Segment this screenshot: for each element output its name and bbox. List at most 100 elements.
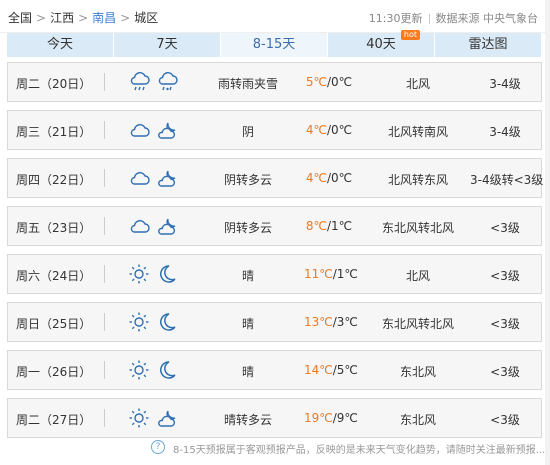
temp-low: /3℃ xyxy=(332,315,358,329)
sleet-cloud-icon xyxy=(158,72,178,91)
temp-high: 13℃ xyxy=(304,315,333,329)
temp-low: /5℃ xyxy=(332,363,358,377)
moon-cloud-icon xyxy=(158,410,176,427)
hot-badge: hot xyxy=(400,30,420,40)
tab-7-days[interactable]: 7天 xyxy=(114,33,221,57)
weather-desc: 晴 xyxy=(241,269,254,283)
weather-desc: 阴 xyxy=(241,125,254,139)
weather-desc: 晴 xyxy=(241,317,254,331)
forecast-date: 周六（24日） xyxy=(16,269,92,283)
forecast-row: 周二（20日） 雨转雨夹雪 5℃/0℃ 北风 3-4级 xyxy=(7,62,542,102)
divider xyxy=(104,265,105,283)
moon-cloud-icon xyxy=(158,122,176,139)
wind-direction: 东北风 xyxy=(399,365,436,379)
wind-direction: 东北风转北风 xyxy=(381,317,454,331)
forecast-date: 周日（25日） xyxy=(16,317,92,331)
temperature: 13℃/3℃ xyxy=(304,315,358,329)
temp-high: 4℃ xyxy=(305,171,327,185)
temperature: 4℃/0℃ xyxy=(304,171,354,185)
divider xyxy=(104,313,105,331)
weather-desc: 阴转多云 xyxy=(223,221,272,235)
tab-40-days[interactable]: 40天 hot xyxy=(328,30,435,57)
temp-high: 8℃ xyxy=(305,219,327,233)
scrollbar[interactable] xyxy=(545,0,550,465)
temperature: 5℃/0℃ xyxy=(304,75,354,89)
temp-low: /0℃ xyxy=(326,123,353,137)
moon-icon xyxy=(160,313,176,331)
forecast-date: 周五（23日） xyxy=(16,221,92,235)
forecast-row: 周五（23日） 阴转多云 8℃/1℃ 东北风转北风 <3级 xyxy=(7,206,542,246)
tab-label: 8-15天 xyxy=(252,37,296,52)
forecast-row: 周四（22日） 阴转多云 4℃/0℃ 北风转东风 3-4级转<3级 xyxy=(7,158,544,198)
temp-high: 4℃ xyxy=(305,123,327,137)
weather-desc: 雨转雨夹雪 xyxy=(218,77,279,91)
cloud-icon xyxy=(130,220,150,233)
wind-level: 3-4级 xyxy=(489,77,521,91)
breadcrumb: 全国 > 江西 > 南昌 > 城区 xyxy=(8,9,158,26)
tab-label: 40天 xyxy=(366,37,396,52)
divider xyxy=(104,361,105,379)
data-source: 数据来源 中央气象台 xyxy=(435,12,539,25)
sun-icon xyxy=(129,408,149,428)
breadcrumb-separator: > xyxy=(120,11,131,25)
temp-low: /0℃ xyxy=(326,171,353,185)
tab-today[interactable]: 今天 xyxy=(7,33,114,57)
divider xyxy=(104,217,105,235)
temp-high: 11℃ xyxy=(304,267,333,281)
footer-text: 8-15天预报属于客观预报产品，反映的是未来天气变化趋势，请随时关注最新预报..… xyxy=(173,445,546,456)
temp-low: /1℃ xyxy=(332,267,358,281)
tab-radar[interactable]: 雷达图 xyxy=(435,33,542,57)
daily-forecast-list: 周二（20日） 雨转雨夹雪 5℃/0℃ 北风 3-4级 周三（21日）阴 4℃/0℃ 北风转南… xyxy=(7,62,544,446)
breadcrumb-district: 城区 xyxy=(134,11,159,25)
temperature: 14℃/5℃ xyxy=(304,363,358,377)
forecast-row: 周日（25日） 晴 13℃/3℃ 东北风转北风 <3级 xyxy=(7,302,542,342)
forecast-date: 周一（26日） xyxy=(16,365,92,379)
forecast-date: 周二（20日） xyxy=(16,77,92,91)
divider xyxy=(104,169,105,187)
sun-icon xyxy=(129,360,149,380)
wind-level: <3级 xyxy=(490,365,520,379)
help-icon[interactable]: ? xyxy=(151,440,165,454)
weather-desc: 晴转多云 xyxy=(223,413,272,427)
temperature: 19℃/9℃ xyxy=(304,411,358,425)
wind-direction: 东北风转北风 xyxy=(381,221,454,235)
divider xyxy=(104,73,105,91)
divider xyxy=(104,409,105,427)
temperature: 8℃/1℃ xyxy=(304,219,354,233)
forecast-row: 周六（24日） 晴 11℃/1℃ 北风 <3级 xyxy=(7,254,542,294)
wind-direction: 北风 xyxy=(405,269,430,283)
moon-icon xyxy=(160,265,176,283)
cloud-icon xyxy=(130,124,150,137)
breadcrumb-country[interactable]: 全国 xyxy=(8,11,32,25)
cloud-icon xyxy=(130,172,150,185)
wind-level: 3-4级转<3级 xyxy=(470,173,544,187)
temp-low: /9℃ xyxy=(332,411,358,425)
tab-8-15-days[interactable]: 8-15天 xyxy=(221,33,328,57)
footer-note: ? 8-15天预报属于客观预报产品，反映的是未来天气变化趋势，请随时关注最新预报… xyxy=(0,438,550,458)
tab-label: 今天 xyxy=(46,37,73,52)
rain-cloud-icon xyxy=(130,72,150,91)
temp-high: 19℃ xyxy=(304,411,333,425)
breadcrumb-province[interactable]: 江西 xyxy=(50,11,74,25)
breadcrumb-separator: > xyxy=(36,11,47,25)
wind-level: <3级 xyxy=(490,221,520,235)
moon-cloud-icon xyxy=(158,170,176,187)
moon-icon xyxy=(160,361,176,379)
forecast-tabs: 今天 7天 8-15天 40天 hot 雷达图 xyxy=(7,30,542,57)
temp-high: 5℃ xyxy=(305,75,327,89)
forecast-row: 周一（26日） 晴 14℃/5℃ 东北风 <3级 xyxy=(7,350,542,390)
divider xyxy=(104,121,105,139)
wind-direction: 北风 xyxy=(405,77,430,91)
wind-level: 3-4级 xyxy=(489,125,521,139)
forecast-date: 周二（27日） xyxy=(16,413,92,427)
wind-direction: 东北风 xyxy=(399,413,436,427)
breadcrumb-city[interactable]: 南昌 xyxy=(92,11,116,25)
temp-low: /1℃ xyxy=(326,219,353,233)
temperature: 11℃/1℃ xyxy=(304,267,358,281)
temp-low: /0℃ xyxy=(326,75,353,89)
forecast-date: 周三（21日） xyxy=(16,125,92,139)
temperature: 4℃/0℃ xyxy=(304,123,354,137)
breadcrumb-separator: > xyxy=(78,11,89,25)
wind-level: <3级 xyxy=(490,317,520,331)
weather-desc: 晴 xyxy=(241,365,254,379)
